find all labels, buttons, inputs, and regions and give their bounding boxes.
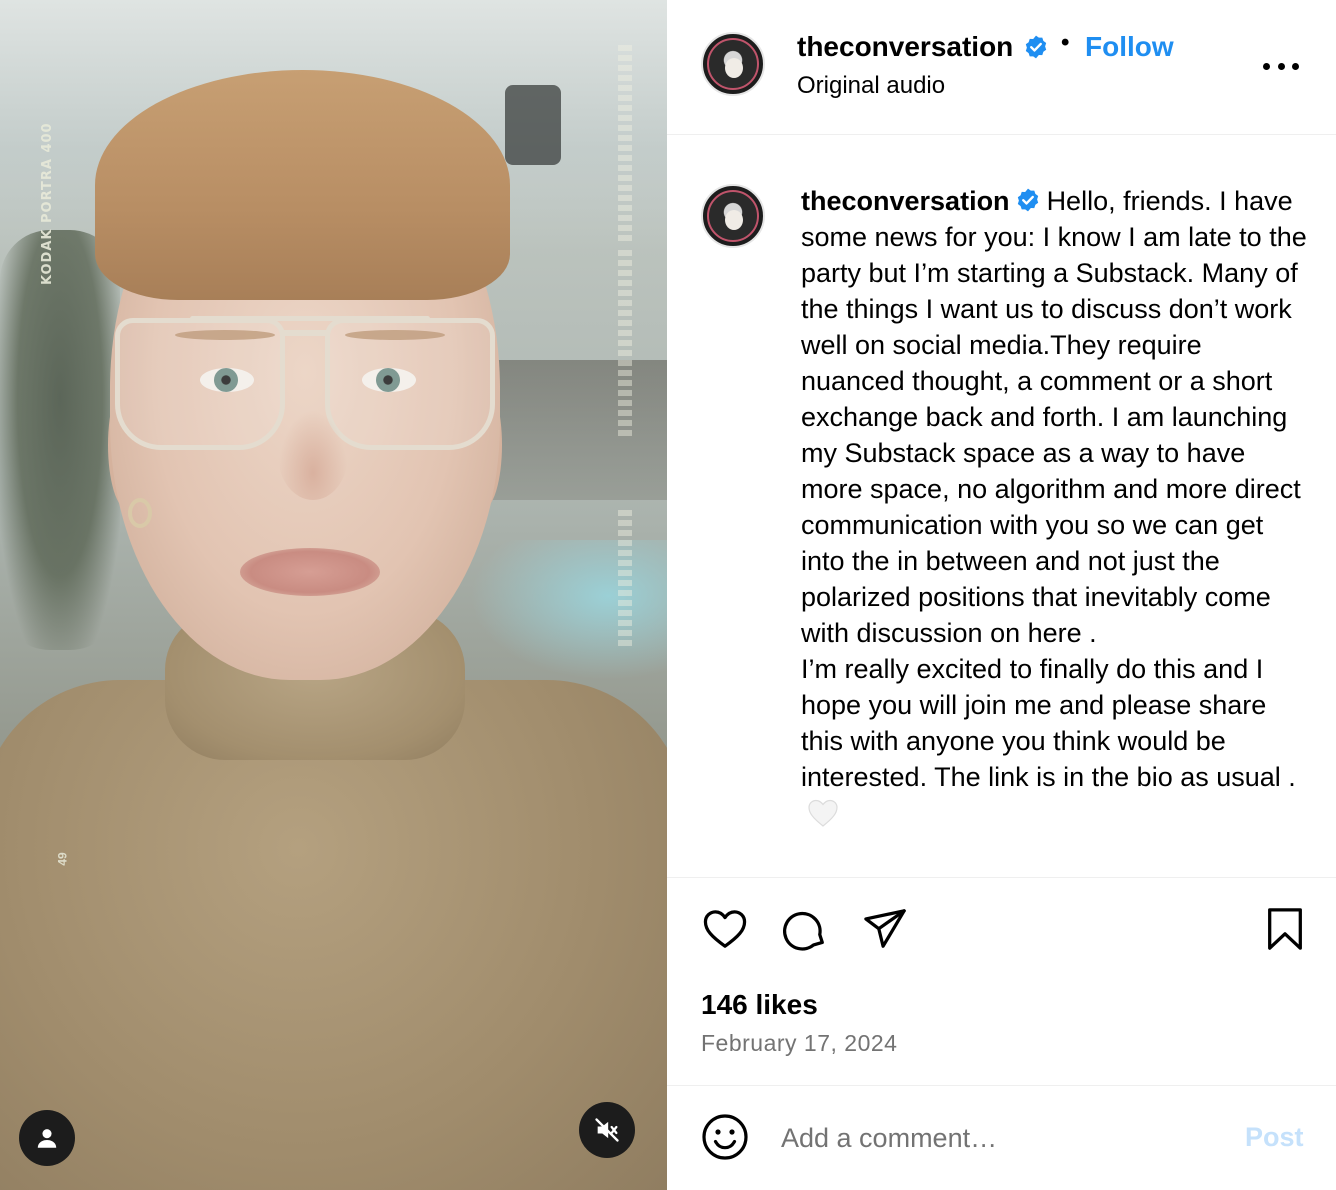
post-comment-button[interactable]: Post bbox=[1245, 1122, 1304, 1153]
mute-toggle-button[interactable] bbox=[579, 1102, 635, 1158]
share-icon bbox=[864, 909, 906, 948]
glasses-lens-right bbox=[325, 318, 495, 450]
caption-username[interactable]: theconversation bbox=[801, 186, 1010, 216]
film-strip-middle bbox=[618, 250, 632, 440]
avatar-image bbox=[707, 190, 759, 242]
speaker-muted-icon bbox=[595, 1118, 619, 1142]
heart-icon bbox=[703, 910, 747, 948]
tagged-users-button[interactable] bbox=[19, 1110, 75, 1166]
more-options-icon[interactable] bbox=[1259, 48, 1303, 84]
caption-text: Hello, friends. I have some news for you… bbox=[801, 186, 1307, 792]
lips bbox=[240, 548, 380, 596]
like-button[interactable] bbox=[701, 905, 749, 953]
post-date[interactable]: February 17, 2024 bbox=[701, 1030, 897, 1057]
bookmark-icon bbox=[1268, 908, 1302, 950]
film-strip-lower bbox=[618, 510, 632, 650]
audio-label[interactable]: Original audio bbox=[797, 72, 945, 100]
person-photo bbox=[0, 0, 667, 1190]
avatar-image bbox=[707, 38, 759, 90]
verified-badge-icon bbox=[1017, 188, 1038, 212]
glasses-lens-left bbox=[115, 318, 285, 450]
emoji-picker-button[interactable] bbox=[701, 1113, 749, 1161]
share-button[interactable] bbox=[861, 905, 909, 953]
smiley-icon bbox=[702, 1114, 748, 1160]
film-frame-number: 49 bbox=[55, 852, 70, 866]
user-tag-icon bbox=[37, 1129, 57, 1148]
likes-count[interactable]: 146 likes bbox=[701, 989, 818, 1021]
white-heart-emoji-icon bbox=[808, 799, 838, 827]
hair bbox=[95, 70, 510, 300]
verified-badge-icon bbox=[1025, 35, 1047, 59]
caption: theconversation Hello, friends. I have s… bbox=[801, 183, 1311, 831]
header-separator: • bbox=[1061, 29, 1070, 56]
post-media[interactable]: KODAK PORTRA 400 49 bbox=[0, 0, 667, 1190]
header-username[interactable]: theconversation bbox=[797, 31, 1013, 63]
post-actions: 146 likes February 17, 2024 bbox=[667, 877, 1336, 1086]
earring bbox=[128, 498, 152, 528]
comment-input[interactable] bbox=[781, 1116, 1211, 1160]
film-strip-top bbox=[618, 45, 632, 245]
caption-avatar[interactable] bbox=[701, 184, 765, 248]
comment-button[interactable] bbox=[781, 905, 829, 953]
glasses-bridge bbox=[280, 330, 330, 336]
avatar[interactable] bbox=[701, 32, 765, 96]
follow-button[interactable]: Follow bbox=[1085, 31, 1174, 63]
save-button[interactable] bbox=[1261, 905, 1309, 953]
film-label: KODAK PORTRA 400 bbox=[40, 122, 55, 285]
comment-bar: Post bbox=[667, 1086, 1336, 1190]
post-header: theconversation • Follow Original audio bbox=[667, 0, 1336, 135]
nose bbox=[278, 410, 348, 500]
comment-icon bbox=[783, 911, 824, 951]
post-side-panel: theconversation • Follow Original audio … bbox=[667, 0, 1336, 1190]
